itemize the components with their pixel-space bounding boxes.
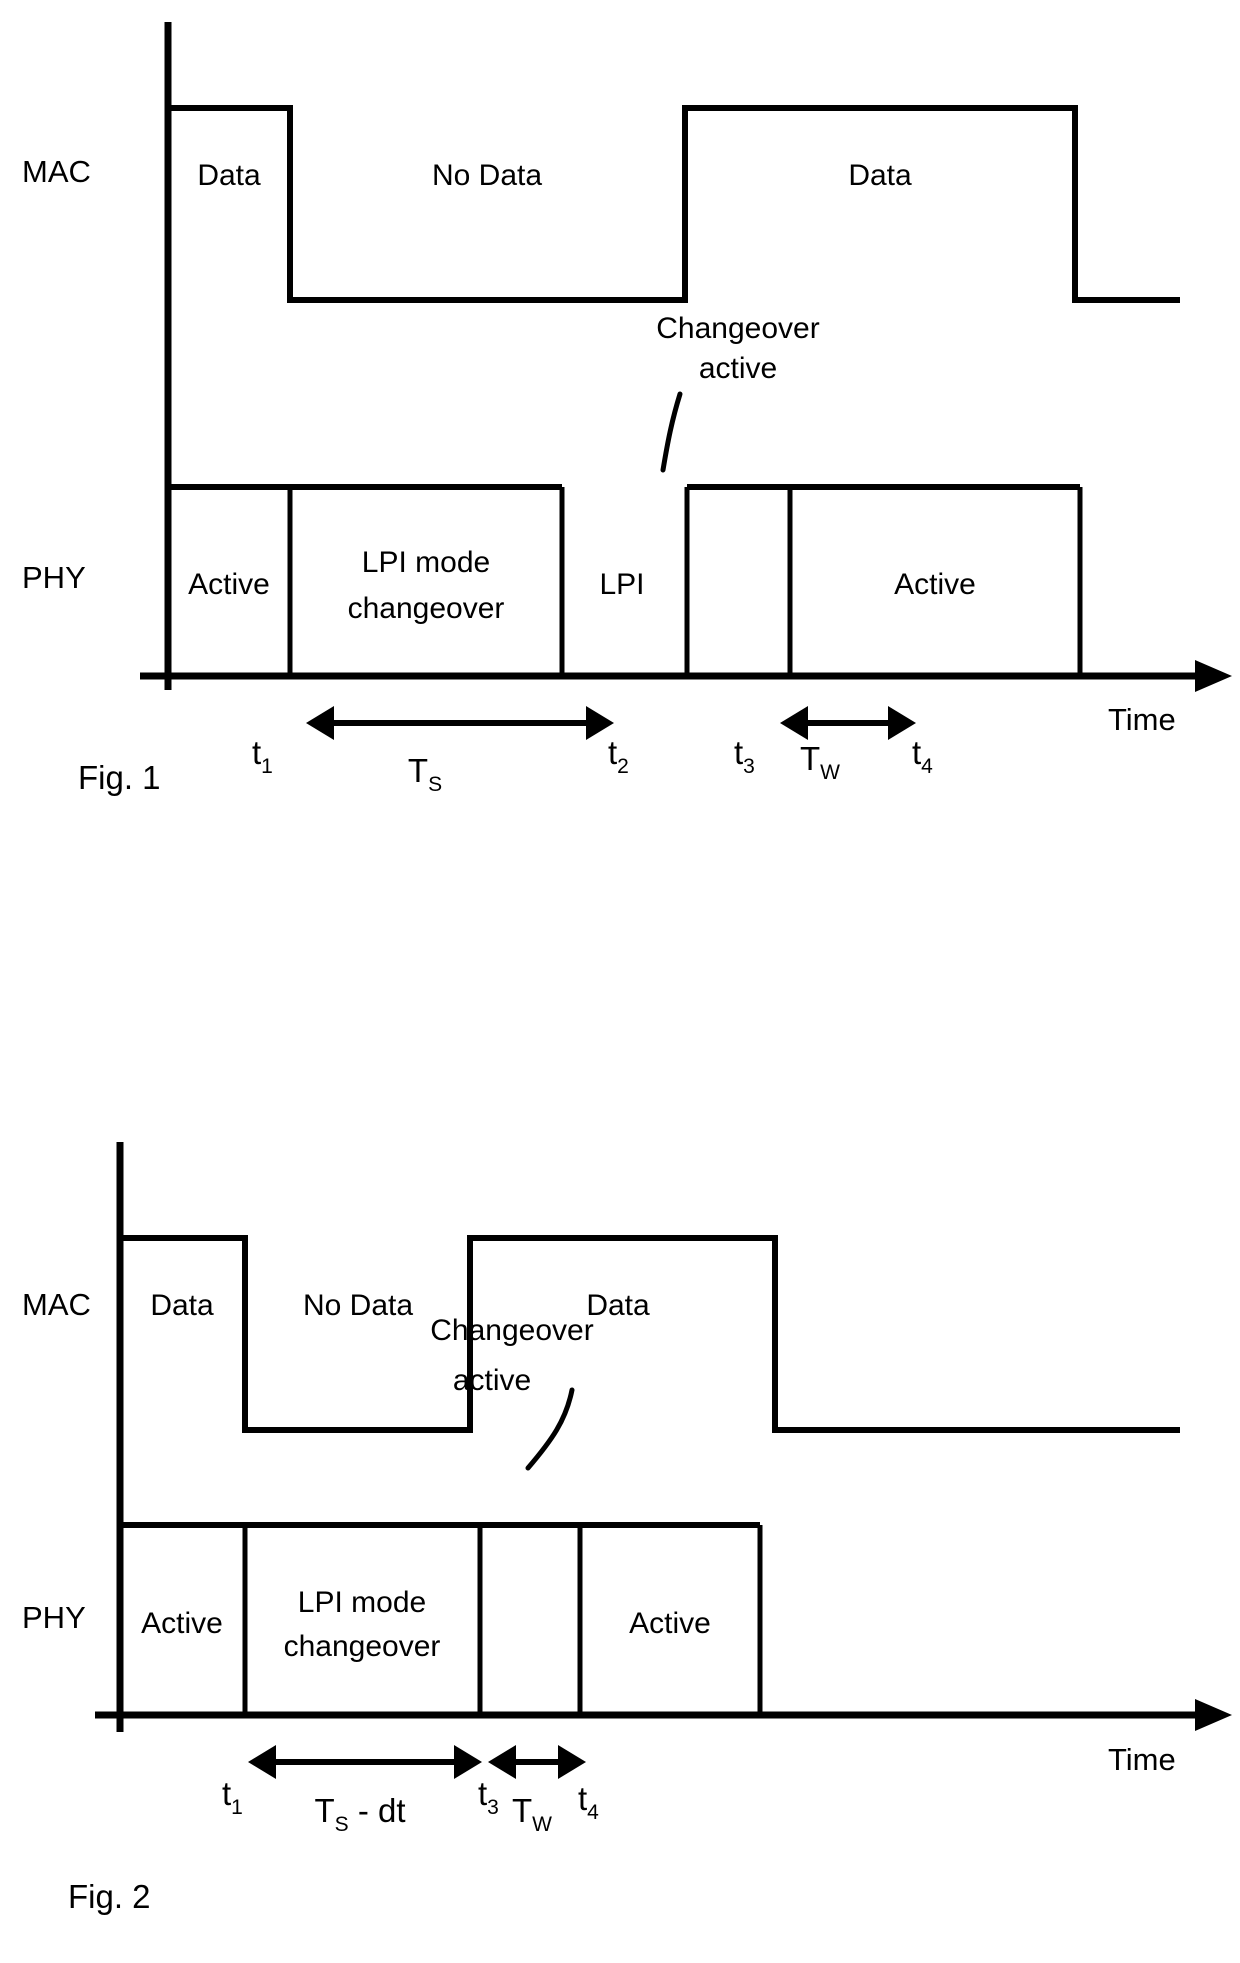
- fig1-phy-row-label: PHY: [22, 560, 86, 595]
- fig1-phy-segment-label-1-line1: LPI mode: [362, 546, 490, 579]
- fig2-time-axis-label: Time: [1108, 1742, 1176, 1777]
- fig2-tsdt-interval-label: TS - dt: [314, 1792, 405, 1836]
- fig2-mac-segment-label-2: Data: [586, 1289, 650, 1322]
- fig2-phy-segment-label-3: Active: [629, 1607, 711, 1640]
- figure-1: MAC Data No Data Data PHY Active LPI mod…: [0, 0, 1240, 860]
- fig1-changeover-annotation-line2: active: [699, 352, 777, 385]
- fig2-t1-label: t1: [222, 1775, 243, 1819]
- fig1-changeover-annotation-line1: Changeover: [656, 312, 819, 345]
- fig1-t1-label: t1: [252, 734, 273, 778]
- fig2-mac-segment-label-1: No Data: [303, 1289, 413, 1322]
- fig1-mac-waveform: [168, 105, 1180, 303]
- fig1-mac-segment-label-0: Data: [197, 159, 261, 192]
- fig1-ts-interval-label: TS: [408, 752, 442, 796]
- fig1-changeover-leader-line: [660, 391, 683, 473]
- fig1-caption: Fig. 1: [78, 759, 161, 796]
- fig2-mac-row-label: MAC: [22, 1287, 91, 1322]
- fig2-tw-arrow-left: [488, 1745, 516, 1779]
- fig2-tsdt-arrow-right: [454, 1745, 482, 1779]
- fig1-tw-interval-label: TW: [800, 740, 840, 784]
- fig2-tw-arrow-right: [558, 1745, 586, 1779]
- fig2-phy-segment-label-0: Active: [141, 1607, 223, 1640]
- fig1-phy-segment-label-2: LPI: [599, 568, 644, 601]
- fig1-phy-segment-label-1-line2: changeover: [348, 592, 505, 625]
- fig1-tw-arrow-left: [780, 706, 808, 740]
- fig2-t4-label: t4: [578, 1780, 599, 1824]
- fig2-mac-segment-label-0: Data: [150, 1289, 214, 1322]
- fig1-phy-segment-label-0: Active: [188, 568, 270, 601]
- fig1-t2-label: t2: [608, 734, 629, 778]
- fig2-tsdt-arrow-left: [248, 1745, 276, 1779]
- fig1-mac-row-label: MAC: [22, 154, 91, 189]
- fig2-mac-waveform: [120, 1235, 1180, 1433]
- fig2-tw-interval-label: TW: [512, 1792, 552, 1836]
- figure-2: MAC Data No Data Data PHY Active LPI mod…: [0, 1100, 1240, 1963]
- fig1-mac-segment-label-2: Data: [848, 159, 912, 192]
- fig1-phy-segment-label-4: Active: [894, 568, 976, 601]
- fig2-changeover-annotation-line2: active: [453, 1364, 531, 1397]
- fig1-time-axis-arrowhead: [1195, 660, 1232, 692]
- fig1-t4-label: t4: [912, 734, 933, 778]
- fig2-phy-segment-label-1-line1: LPI mode: [298, 1586, 426, 1619]
- fig1-ts-arrow-left: [306, 706, 334, 740]
- fig2-phy-segment-label-1-line2: changeover: [284, 1630, 441, 1663]
- fig2-changeover-leader-line: [525, 1387, 575, 1471]
- fig2-time-axis-arrowhead: [1195, 1699, 1232, 1731]
- fig1-t3-label: t3: [734, 734, 755, 778]
- fig2-changeover-annotation-line1: Changeover: [430, 1314, 593, 1347]
- fig1-time-axis-label: Time: [1108, 702, 1176, 737]
- fig2-phy-row-label: PHY: [22, 1600, 86, 1635]
- fig1-mac-segment-label-1: No Data: [432, 159, 542, 192]
- fig2-t3-label-left: t3: [478, 1775, 499, 1819]
- fig2-caption: Fig. 2: [68, 1878, 151, 1915]
